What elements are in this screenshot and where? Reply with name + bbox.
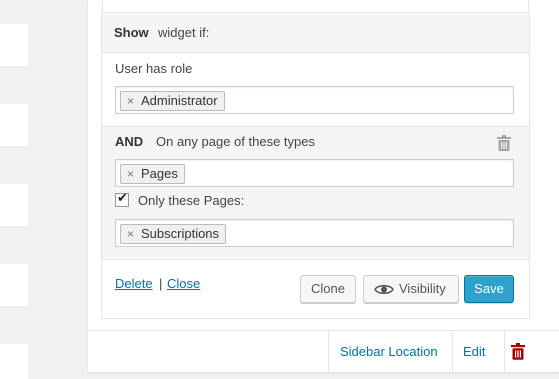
- specific-pages-token-input[interactable]: × Subscriptions: [115, 219, 514, 247]
- remove-token-icon[interactable]: ×: [127, 92, 134, 110]
- token-pages: × Pages: [120, 164, 185, 184]
- visibility-label: Visibility: [399, 281, 446, 296]
- clone-button[interactable]: Clone: [300, 275, 356, 303]
- token-label: Administrator: [141, 93, 218, 108]
- trash-icon[interactable]: [497, 135, 511, 151]
- sidebar-location-link[interactable]: Sidebar Location: [340, 344, 438, 359]
- only-these-pages-checkbox[interactable]: ✔: [115, 191, 129, 207]
- widget-if-label: widget if:: [158, 25, 210, 40]
- rule2-condition-label: On any page of these types: [156, 134, 315, 149]
- show-label: Show: [114, 25, 149, 40]
- delete-link[interactable]: Delete: [115, 276, 153, 291]
- rule1-condition-label: User has role: [115, 61, 193, 76]
- edit-link[interactable]: Edit: [463, 344, 485, 359]
- save-label: Save: [474, 281, 504, 296]
- left-placeholder-box: [0, 184, 28, 226]
- divider: [452, 331, 453, 373]
- divider: [504, 331, 505, 373]
- checkmark-icon: ✔: [117, 191, 128, 206]
- trash-icon[interactable]: [511, 343, 525, 360]
- token-label: Pages: [141, 166, 178, 181]
- rule1-token-input[interactable]: × Administrator: [115, 86, 514, 114]
- token-administrator: × Administrator: [120, 91, 225, 111]
- visibility-header: Show widget if:: [102, 13, 529, 53]
- and-operator-label: AND: [115, 134, 144, 149]
- remove-token-icon[interactable]: ×: [127, 165, 134, 183]
- left-placeholder-box: [0, 104, 28, 146]
- visibility-button[interactable]: Visibility: [363, 275, 459, 303]
- divider: [328, 331, 329, 373]
- eye-icon: [374, 284, 394, 295]
- left-placeholder-box: [0, 344, 28, 379]
- token-label: Subscriptions: [141, 226, 220, 241]
- remove-token-icon[interactable]: ×: [127, 225, 134, 243]
- left-column: [0, 0, 68, 379]
- widget-bottom-bar: Sidebar Location Edit: [88, 330, 559, 373]
- left-placeholder-box: [0, 264, 28, 306]
- save-button[interactable]: Save: [464, 275, 514, 303]
- rule2-token-input[interactable]: × Pages: [115, 159, 514, 187]
- link-separator: |: [159, 276, 163, 291]
- close-link[interactable]: Close: [167, 276, 200, 291]
- left-placeholder-box: [0, 24, 28, 66]
- token-subscriptions: × Subscriptions: [120, 224, 227, 244]
- only-these-pages-label: Only these Pages:: [138, 193, 245, 208]
- clone-label: Clone: [311, 281, 345, 296]
- top-strip: [102, 0, 529, 13]
